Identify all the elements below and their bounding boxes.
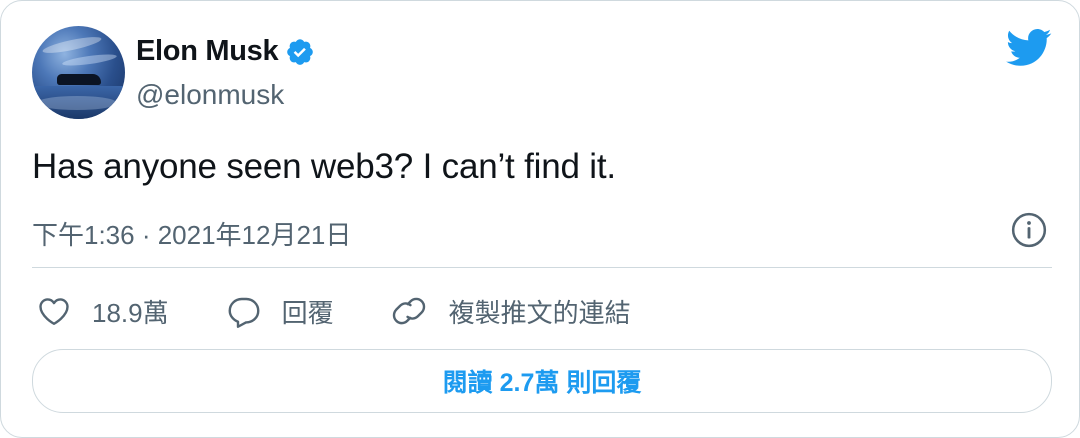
avatar-cloud (61, 52, 118, 68)
reply-bubble-icon (228, 297, 260, 328)
like-count: 18.9萬 (92, 297, 169, 328)
avatar-cloud (37, 96, 117, 110)
twitter-bird-icon[interactable] (1006, 28, 1052, 68)
info-icon[interactable] (1010, 211, 1048, 249)
copy-link-button[interactable]: 複製推文的連結 (391, 293, 631, 330)
link-icon (392, 297, 425, 325)
avatar-cloud (41, 33, 103, 57)
tweet-actions: 18.9萬 回覆 複製推文的連結 (36, 289, 688, 333)
heart-icon (39, 298, 69, 325)
divider (32, 267, 1052, 268)
reply-button[interactable]: 回覆 (226, 293, 334, 330)
user-handle[interactable]: @elonmusk (136, 79, 284, 111)
tweet-timestamp[interactable]: 下午1:36 · 2021年12月21日 (32, 215, 351, 252)
verified-badge-icon (287, 38, 314, 65)
like-button[interactable]: 18.9萬 (36, 293, 169, 330)
reply-label: 回覆 (281, 297, 334, 328)
avatar-car (57, 74, 101, 85)
author-name-row[interactable]: Elon Musk (136, 35, 315, 68)
display-name[interactable]: Elon Musk (136, 35, 279, 68)
tweet-card: Elon Musk @elonmusk Has anyone seen web3… (0, 0, 1080, 438)
tweet-text: Has anyone seen web3? I can’t find it. (32, 147, 616, 186)
read-replies-button[interactable]: 閱讀 2.7萬 則回覆 (32, 349, 1052, 413)
avatar[interactable] (32, 26, 125, 119)
copy-link-label: 複製推文的連結 (448, 297, 631, 328)
